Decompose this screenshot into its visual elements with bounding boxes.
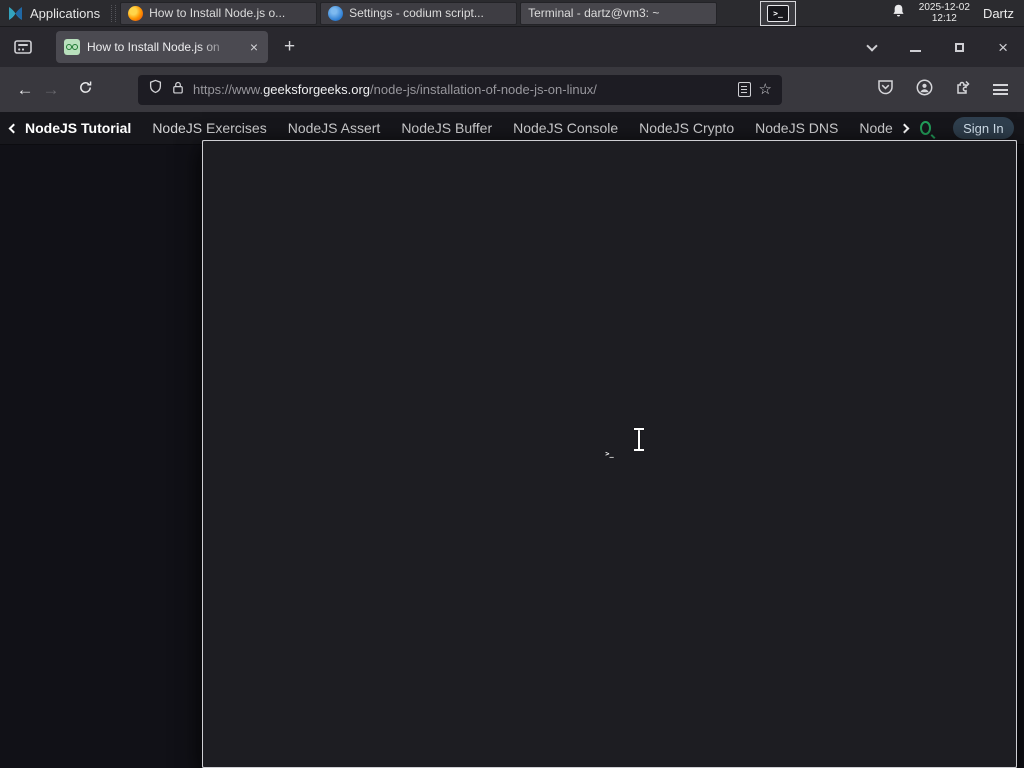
taskbar-button[interactable]: >_ Terminal - dartz@vm3: ~	[202, 1, 1017, 768]
tab-title: How to Install Node.js on	[87, 40, 220, 54]
site-nav-item-label: NodeJS Crypto	[639, 120, 735, 136]
taskbar-button[interactable]: Settings - codium script...	[320, 1, 518, 25]
site-nav-item-label: NodeJS Buffer	[401, 120, 493, 136]
codium-icon	[328, 5, 344, 21]
chevron-right-icon[interactable]	[899, 123, 910, 133]
menu-hamburger-icon[interactable]	[993, 84, 1008, 95]
taskbar: How to Install Node.js o... Settings - co…	[120, 1, 1017, 768]
tab-close-icon[interactable]: ×	[248, 38, 260, 56]
site-nav-item[interactable]: NodeJS Crypto	[639, 120, 734, 136]
site-nav-item[interactable]: Node	[859, 120, 910, 136]
firefox-icon	[128, 5, 144, 21]
terminal-launcher[interactable]: >_	[760, 1, 796, 26]
clock-date: 2025-12-02	[918, 2, 970, 13]
site-nav-item-label: NodeJS Assert	[287, 120, 381, 136]
panel-separator	[111, 4, 117, 22]
search-icon[interactable]	[919, 121, 931, 135]
window-minimize-button[interactable]	[910, 50, 922, 52]
distro-logo-icon	[7, 5, 24, 22]
extensions-icon[interactable]	[955, 79, 971, 100]
browser-toolbar: ← → https://www.geeksforgeeks.org/node-j…	[0, 67, 1024, 112]
account-icon[interactable]	[916, 79, 933, 101]
reload-button[interactable]	[72, 80, 98, 100]
taskbar-button[interactable]: How to Install Node.js o...	[120, 1, 318, 25]
site-nav-item-label: NodeJS Console	[513, 120, 619, 136]
taskbar-button-label: Settings - codium script...	[349, 6, 484, 20]
site-nav-item[interactable]: NodeJS Console	[513, 120, 618, 136]
bookmark-star-icon[interactable]: ☆	[759, 82, 772, 97]
sign-in-button[interactable]: Sign In	[952, 117, 1014, 139]
url-text: https://www.geeksforgeeks.org/node-js/in…	[193, 82, 597, 97]
applications-menu[interactable]: Applications	[0, 0, 107, 26]
back-button[interactable]: ←	[12, 80, 38, 100]
site-nav-item[interactable]: NodeJS DNS	[755, 120, 838, 136]
window-maximize-button[interactable]	[955, 42, 965, 52]
site-nav-item-label: NodeJS Tutorial	[25, 120, 132, 136]
browser-tab-active[interactable]: How to Install Node.js on ×	[56, 31, 268, 63]
site-nav-item[interactable]: NodeJS Buffer	[401, 120, 492, 136]
applications-label: Applications	[30, 5, 101, 21]
chevron-left-icon	[8, 123, 19, 133]
site-nav-item[interactable]: NodeJS Assert	[288, 120, 381, 136]
forward-button: →	[42, 79, 60, 99]
list-all-tabs-icon[interactable]	[866, 39, 878, 52]
site-nav-item-label: NodeJS Exercises	[152, 120, 267, 136]
desktop-screen: Applications How to Install Node.js o...…	[0, 0, 1024, 768]
reader-mode-icon[interactable]	[737, 82, 751, 97]
taskbar-button-label: Terminal - dartz@vm3: ~	[528, 6, 660, 20]
panel-clock[interactable]: 2025-12-02 12:12	[919, 2, 970, 24]
terminal-icon: >_	[767, 5, 789, 22]
new-tab-button[interactable]: +	[284, 36, 295, 58]
clock-time: 12:12	[931, 13, 957, 24]
gfg-favicon-icon	[64, 39, 80, 55]
notification-bell-icon[interactable]	[891, 3, 906, 24]
system-tray: 2025-12-02 12:12 Dartz	[891, 2, 1024, 24]
site-nav-item-label: Node	[859, 120, 893, 136]
site-nav-item[interactable]: NodeJS Exercises	[152, 120, 266, 136]
taskbar-button-label: How to Install Node.js o...	[149, 6, 286, 20]
site-nav-item[interactable]: NodeJS Tutorial	[8, 120, 132, 136]
system-top-bar: Applications How to Install Node.js o...…	[0, 0, 1024, 768]
firefox-view-button[interactable]	[8, 33, 38, 61]
pocket-icon[interactable]	[877, 79, 894, 100]
url-bar[interactable]: https://www.geeksforgeeks.org/node-js/in…	[138, 74, 782, 105]
window-close-button[interactable]: ×	[998, 39, 1008, 56]
lock-icon[interactable]	[171, 80, 185, 100]
site-nav-item-label: NodeJS DNS	[755, 120, 839, 136]
site-nav-items: NodeJS Tutorial NodeJS Exercises NodeJS As…	[8, 120, 910, 136]
tracking-shield-icon[interactable]	[148, 79, 163, 100]
user-menu[interactable]: Dartz	[983, 6, 1014, 21]
browser-tab-bar: How to Install Node.js on × + ×	[0, 27, 1024, 67]
